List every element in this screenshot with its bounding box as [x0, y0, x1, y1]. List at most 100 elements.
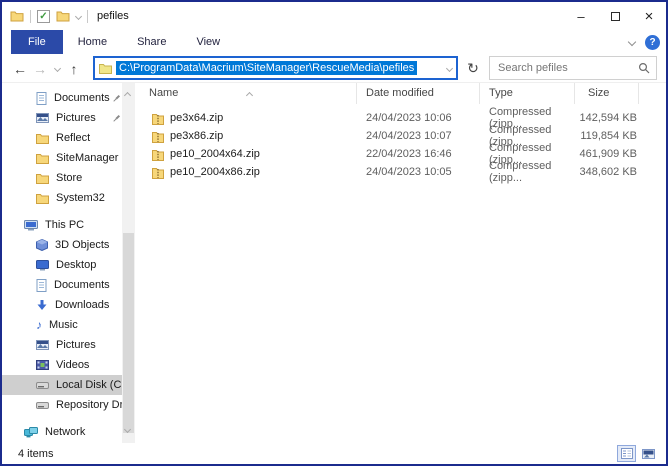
details-view-icon	[621, 448, 633, 459]
forward-button[interactable]: →	[30, 54, 50, 83]
sidebar-item-label: Reflect	[56, 132, 90, 144]
sidebar-scrollbar[interactable]	[122, 83, 135, 443]
minimize-icon: –	[577, 9, 584, 24]
maximize-button[interactable]	[598, 2, 632, 30]
explorer-folder-icon	[10, 10, 24, 22]
chevron-down-icon	[53, 65, 60, 72]
address-path-selected-text[interactable]: C:\ProgramData\Macrium\SiteManager\Rescu…	[116, 61, 417, 75]
monitor-icon	[36, 260, 49, 271]
ribbon-tab-bar: File Home Share View ?	[2, 30, 666, 54]
sidebar-item-pictures-quick[interactable]: Pictures	[2, 108, 135, 128]
sidebar-item-label: System32	[56, 192, 105, 204]
minimize-button[interactable]: –	[564, 2, 598, 30]
column-header-date-modified[interactable]: Date modified	[357, 83, 480, 104]
column-header-name[interactable]: Name	[135, 83, 357, 104]
column-label: Type	[489, 87, 513, 99]
properties-check-icon[interactable]: ✓	[37, 10, 50, 23]
sidebar-item-label: Pictures	[56, 112, 96, 124]
sidebar-item-downloads[interactable]: Downloads	[2, 295, 135, 315]
sidebar-item-repository-drive[interactable]: Repository Drive	[2, 395, 135, 415]
sort-ascending-icon	[247, 85, 252, 106]
column-header-type[interactable]: Type	[480, 83, 575, 104]
sidebar-item-reflect[interactable]: Reflect	[2, 128, 135, 148]
column-headers: Name Date modified Type Size	[135, 83, 666, 104]
sidebar-item-label: Music	[49, 319, 78, 331]
sidebar-item-label: 3D Objects	[55, 239, 109, 251]
folder-icon	[36, 153, 49, 164]
download-icon	[36, 299, 48, 311]
file-size: 348,602 KB	[575, 166, 639, 178]
file-name: pe10_2004x86.zip	[170, 166, 260, 178]
address-bar[interactable]: C:\ProgramData\Macrium\SiteManager\Rescu…	[93, 56, 458, 80]
folder-icon	[36, 173, 49, 184]
quick-access-toolbar: ✓	[10, 10, 88, 23]
window-controls: – ×	[564, 2, 666, 30]
scroll-down-icon[interactable]	[125, 423, 130, 435]
scroll-up-icon[interactable]	[125, 89, 130, 101]
file-row-pe10-2004x64[interactable]: pe10_2004x64.zip 22/04/2023 16:46 Compre…	[135, 145, 666, 163]
sidebar-item-documents-quick[interactable]: Documents	[2, 88, 135, 108]
sidebar-item-label: Local Disk (C:)	[56, 379, 128, 391]
file-date: 24/04/2023 10:07	[357, 130, 480, 142]
file-date: 24/04/2023 10:06	[357, 112, 480, 124]
up-button[interactable]: ↑	[64, 54, 84, 83]
tab-share[interactable]: Share	[122, 30, 181, 54]
sidebar-item-label: Videos	[56, 359, 89, 371]
maximize-icon	[611, 12, 620, 21]
sidebar-item-system32[interactable]: System32	[2, 188, 135, 208]
sidebar-item-pictures[interactable]: Pictures	[2, 335, 135, 355]
column-label: Size	[588, 87, 609, 99]
sidebar-item-sitemanager[interactable]: SiteManager	[2, 148, 135, 168]
back-button[interactable]: ←	[10, 54, 30, 83]
picture-icon	[36, 113, 49, 123]
scrollbar-thumb[interactable]	[123, 233, 134, 433]
drive-icon	[36, 402, 49, 409]
sidebar-item-3d-objects[interactable]: 3D Objects	[2, 235, 135, 255]
column-label: Date modified	[366, 87, 434, 99]
item-count: 4 items	[18, 448, 53, 460]
sidebar-item-desktop[interactable]: Desktop	[2, 255, 135, 275]
zip-file-icon	[152, 112, 164, 125]
search-box[interactable]	[489, 56, 657, 80]
close-button[interactable]: ×	[632, 2, 666, 30]
sidebar-item-music[interactable]: ♪ Music	[2, 315, 135, 335]
sidebar-item-documents[interactable]: Documents	[2, 275, 135, 295]
sidebar-item-store[interactable]: Store	[2, 168, 135, 188]
sidebar-item-videos[interactable]: Videos	[2, 355, 135, 375]
large-icons-view-button[interactable]	[639, 445, 658, 462]
file-size: 119,854 KB	[575, 130, 639, 142]
title-bar: ✓ pefiles – ×	[2, 2, 666, 30]
computer-icon	[24, 220, 38, 231]
file-row-pe3x64[interactable]: pe3x64.zip 24/04/2023 10:06 Compressed (…	[135, 109, 666, 127]
chevron-down-icon	[446, 65, 453, 72]
sidebar-item-label: Downloads	[55, 299, 109, 311]
help-button[interactable]: ?	[645, 35, 660, 50]
network-icon	[24, 427, 38, 438]
tab-view[interactable]: View	[181, 30, 235, 54]
sidebar-item-label: Documents	[54, 279, 110, 291]
file-row-pe3x86[interactable]: pe3x86.zip 24/04/2023 10:07 Compressed (…	[135, 127, 666, 145]
search-icon[interactable]	[638, 62, 650, 74]
customize-toolbar-chevron-icon[interactable]	[75, 12, 82, 19]
sidebar-item-this-pc[interactable]: This PC	[2, 215, 135, 235]
pin-icon	[112, 94, 121, 103]
folder-icon	[36, 193, 49, 204]
music-icon: ♪	[36, 319, 42, 331]
zip-file-icon	[152, 166, 164, 179]
details-view-button[interactable]	[617, 445, 636, 462]
collapse-ribbon-chevron-icon[interactable]	[628, 38, 636, 46]
file-name: pe10_2004x64.zip	[170, 148, 260, 160]
navigation-pane: Documents Pictures Reflect SiteManager S…	[2, 83, 135, 443]
column-header-size[interactable]: Size	[575, 83, 639, 104]
sidebar-item-local-disk-c[interactable]: Local Disk (C:)	[2, 375, 135, 395]
refresh-button[interactable]: ↻	[461, 54, 485, 83]
address-dropdown-chevron-icon[interactable]	[447, 62, 452, 74]
file-row-pe10-2004x86[interactable]: pe10_2004x86.zip 24/04/2023 10:05 Compre…	[135, 163, 666, 181]
new-folder-icon[interactable]	[56, 10, 70, 22]
sidebar-item-network[interactable]: Network	[2, 422, 135, 442]
sidebar-item-label: Pictures	[56, 339, 96, 351]
tab-file[interactable]: File	[11, 30, 63, 54]
search-input[interactable]	[498, 62, 638, 74]
tab-home[interactable]: Home	[63, 30, 122, 54]
recent-locations-chevron-icon[interactable]	[50, 54, 64, 83]
